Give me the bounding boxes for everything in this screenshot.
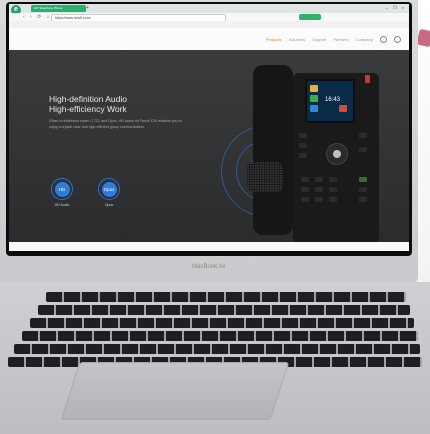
- keyboard-row: [30, 318, 414, 328]
- site-nav: Products Solutions Support Partners Comp…: [260, 36, 401, 43]
- feature-label: Opus: [104, 203, 114, 207]
- phone-speaker: [247, 162, 283, 192]
- phone-key: [299, 133, 307, 138]
- phone-key: [359, 197, 367, 202]
- phone-key: [301, 187, 309, 192]
- window-controls[interactable]: – ❐ ×: [386, 5, 406, 10]
- browser-tab-bar: e HD Telephone Phone + – ❐ ×: [9, 4, 409, 15]
- nav-item-solutions[interactable]: Solutions: [289, 37, 305, 42]
- lcd-tile: [339, 105, 347, 112]
- laptop-lid: e HD Telephone Phone + – ❐ × ‹ › ⟳ ⌂ htt…: [0, 0, 418, 283]
- phone-key: [299, 153, 307, 158]
- feature-hd-audio[interactable]: HD HD Audio: [42, 178, 82, 207]
- phone-key: [359, 187, 367, 192]
- phone-handset: [253, 65, 293, 235]
- phone-key: [315, 187, 323, 192]
- laptop-trackpad: [60, 362, 290, 420]
- phone-lcd: 16:43: [305, 79, 355, 123]
- photo-scene: e HD Telephone Phone + – ❐ × ‹ › ⟳ ⌂ htt…: [0, 0, 430, 434]
- hero-title-line1: High-definition Audio: [49, 94, 127, 104]
- hero-title: High-definition Audio High-efficiency Wo…: [49, 94, 127, 114]
- nav-item-products[interactable]: Products: [266, 37, 282, 42]
- hero-banner: High-definition Audio High-efficiency Wo…: [9, 50, 409, 242]
- opus-badge: Opus: [101, 181, 117, 197]
- ip-phone-image: 16:43: [221, 65, 386, 242]
- page-footer-strip: [9, 242, 409, 251]
- phone-key: [301, 197, 309, 202]
- hero-description: Given to wideband codec G.722 and Opus, …: [49, 119, 182, 129]
- browser-badge[interactable]: [299, 14, 321, 20]
- background-object: [416, 28, 430, 48]
- lcd-clock: 16:43: [325, 97, 341, 103]
- phone-key: [329, 187, 337, 192]
- keyboard-row: [46, 292, 406, 302]
- navigation-buttons[interactable]: ‹ › ⟳ ⌂: [23, 13, 52, 21]
- keyboard-row: [22, 331, 418, 341]
- phone-key: [301, 177, 309, 182]
- navigation-key: [326, 143, 348, 165]
- phone-key: [329, 197, 337, 202]
- site-header: Products Solutions Support Partners Comp…: [9, 28, 409, 50]
- hd-icon: HD: [51, 178, 73, 200]
- hero-title-line2: High-efficiency Work: [49, 104, 127, 114]
- lcd-tile: [310, 95, 318, 102]
- message-led: [365, 75, 370, 83]
- hd-badge: HD: [54, 181, 70, 197]
- nav-item-company[interactable]: Company: [356, 37, 373, 42]
- globe-icon[interactable]: [394, 36, 401, 43]
- opus-icon: Opus: [98, 178, 120, 200]
- phone-key: [359, 133, 367, 138]
- laptop-screen: e HD Telephone Phone + – ❐ × ‹ › ⟳ ⌂ htt…: [9, 4, 409, 251]
- keyboard-row: [14, 344, 420, 354]
- phone-key: [359, 147, 367, 152]
- new-tab-button[interactable]: +: [86, 5, 89, 12]
- search-icon[interactable]: [379, 36, 387, 43]
- laptop-brand-label: MacBook Air: [192, 264, 226, 270]
- browser-tab[interactable]: HD Telephone Phone: [31, 5, 86, 12]
- nav-item-partners[interactable]: Partners: [333, 37, 348, 42]
- keyboard-row: [38, 305, 410, 315]
- phone-key: [315, 197, 323, 202]
- lcd-tile: [310, 85, 318, 92]
- phone-key: [299, 143, 307, 148]
- phone-key: [315, 177, 323, 182]
- feature-label: HD Audio: [54, 203, 70, 207]
- phone-key: [359, 177, 367, 182]
- lcd-tile: [310, 105, 318, 112]
- feature-opus[interactable]: Opus Opus: [89, 178, 129, 207]
- nav-item-support[interactable]: Support: [312, 37, 326, 42]
- phone-body: 16:43: [293, 73, 379, 242]
- ok-key: [333, 150, 341, 158]
- phone-key: [329, 177, 337, 182]
